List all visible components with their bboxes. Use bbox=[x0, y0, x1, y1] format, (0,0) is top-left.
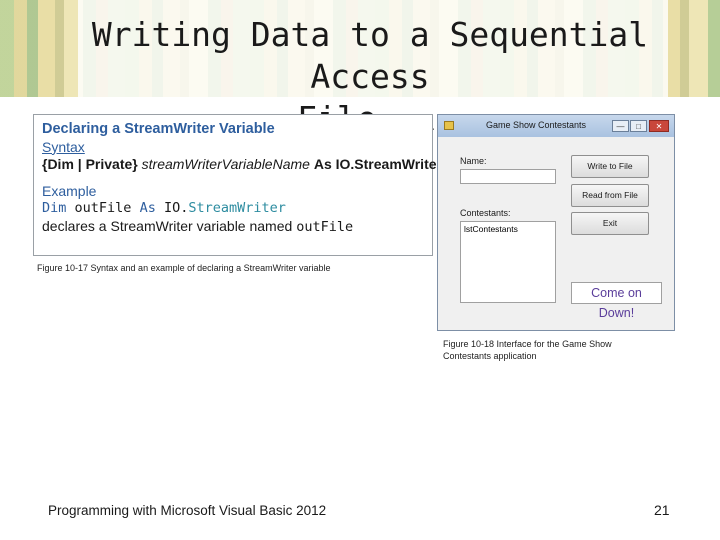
window-title: Game Show Contestants bbox=[486, 120, 587, 130]
write-to-file-button[interactable]: Write to File bbox=[571, 155, 649, 178]
slide-title-line1: Writing Data to a Sequential Access bbox=[91, 15, 649, 96]
contestants-label: Contestants: bbox=[460, 208, 511, 218]
example-desc-text: declares a StreamWriter variable named bbox=[42, 217, 293, 234]
read-from-file-button[interactable]: Read from File bbox=[571, 184, 649, 207]
app-icon bbox=[444, 121, 454, 130]
close-icon[interactable]: ✕ bbox=[649, 120, 669, 132]
maximize-icon[interactable]: □ bbox=[630, 120, 647, 132]
syntax-heading: Declaring a StreamWriter Variable bbox=[42, 121, 275, 137]
syntax-variable: streamWriterVariableName bbox=[141, 156, 310, 172]
figure-18-caption-line2: Contestants application bbox=[443, 351, 537, 361]
contestants-listbox[interactable]: lstContestants bbox=[460, 221, 556, 303]
promo-label: Come on Down! bbox=[571, 282, 662, 320]
listbox-item[interactable]: lstContestants bbox=[464, 224, 552, 234]
footer-book-title: Programming with Microsoft Visual Basic … bbox=[48, 503, 327, 518]
code-dim: Dim bbox=[42, 200, 67, 216]
example-description: declares a StreamWriter variable named o… bbox=[42, 218, 424, 236]
figure-17-caption: Figure 10-17 Syntax and an example of de… bbox=[37, 263, 331, 273]
game-show-window: Game Show Contestants — □ ✕ Name: Contes… bbox=[437, 114, 675, 331]
exit-button[interactable]: Exit bbox=[571, 212, 649, 235]
syntax-label: Syntax bbox=[42, 138, 85, 155]
name-label: Name: bbox=[460, 156, 487, 166]
figure-18-caption: Figure 10-18 Interface for the Game Show… bbox=[443, 338, 612, 362]
code-var: outFile bbox=[74, 200, 132, 216]
syntax-rest: As IO.StreamWriter bbox=[313, 156, 442, 172]
syntax-prefix: {Dim | Private} bbox=[42, 156, 138, 172]
example-label: Example bbox=[42, 182, 97, 199]
minimize-icon[interactable]: — bbox=[612, 120, 629, 132]
syntax-figure: Declaring a StreamWriter Variable Syntax… bbox=[33, 114, 442, 256]
window-titlebar[interactable]: Game Show Contestants — □ ✕ bbox=[438, 115, 674, 137]
code-type: StreamWriter bbox=[188, 200, 286, 216]
syntax-line: {Dim | Private} streamWriterVariableName… bbox=[42, 156, 442, 174]
example-code: Dim outFile As IO.StreamWriter bbox=[42, 200, 424, 218]
name-input[interactable] bbox=[460, 169, 556, 184]
example-desc-var: outFile bbox=[296, 218, 354, 235]
figure-18-caption-line1: Figure 10-18 Interface for the Game Show bbox=[443, 339, 612, 349]
page-number: 21 bbox=[654, 502, 670, 518]
code-as: As bbox=[139, 200, 156, 216]
code-io: IO. bbox=[163, 200, 189, 216]
